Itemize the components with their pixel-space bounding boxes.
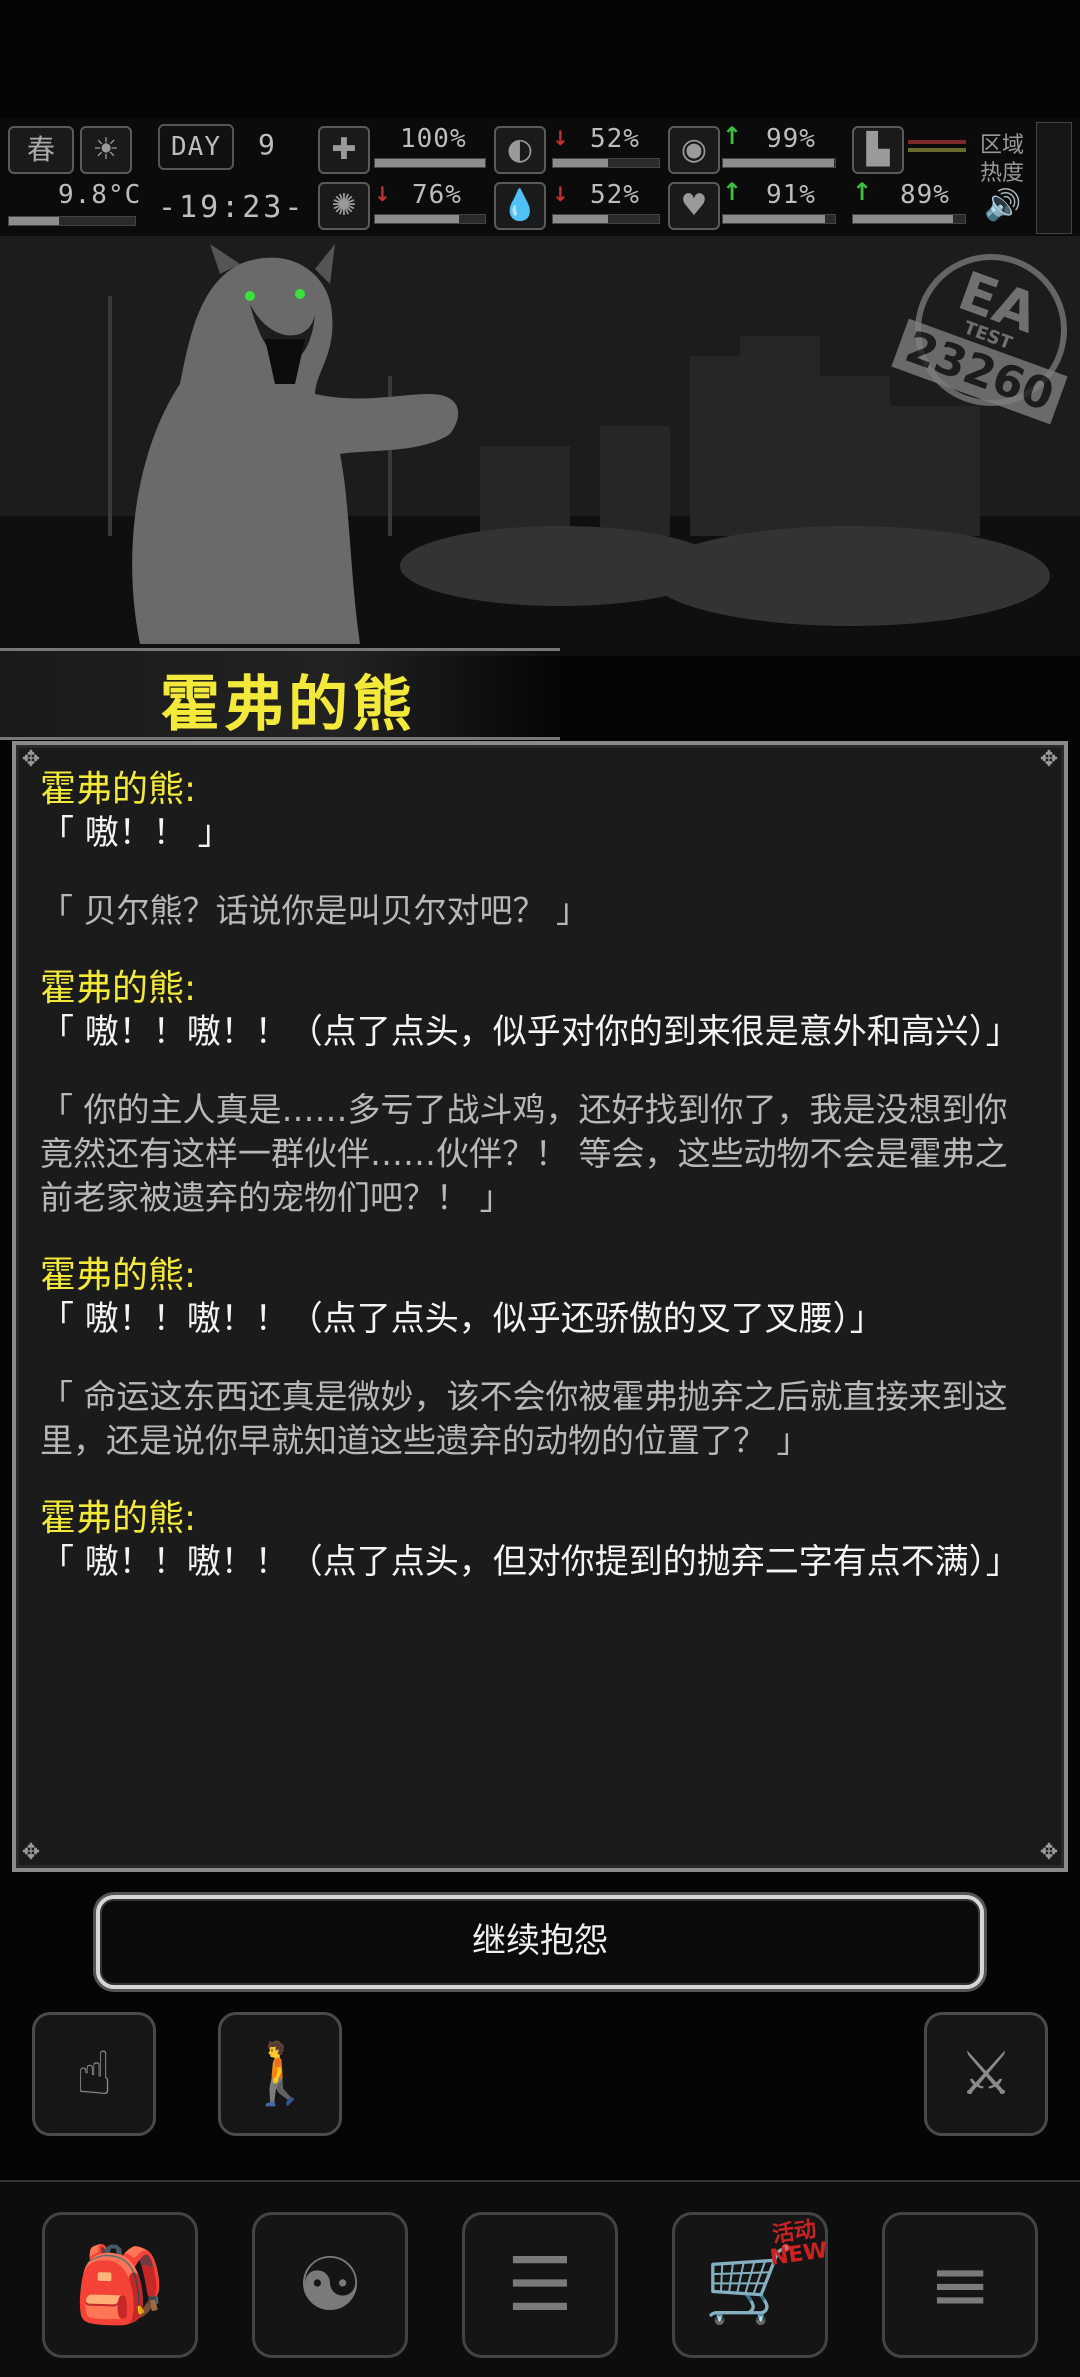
corner-ornament-icon: ✥ bbox=[21, 1840, 41, 1865]
health-bar bbox=[374, 158, 486, 168]
bear-portrait bbox=[132, 244, 459, 644]
heart-icon[interactable]: ♥ bbox=[668, 182, 720, 230]
down-arrow-icon: ↓ bbox=[552, 182, 569, 206]
medkit-icon[interactable]: ✚ bbox=[318, 126, 370, 174]
stomach-icon[interactable]: ◐ bbox=[494, 126, 546, 174]
sun-icon[interactable]: ☀ bbox=[80, 126, 132, 174]
companion-button[interactable]: ⚔ bbox=[924, 2012, 1048, 2136]
heart-value: 91% bbox=[766, 180, 816, 210]
health-value: 100% bbox=[400, 124, 467, 154]
dialog-message: 「 你的主人真是……多亏了战斗鸡，还好找到你了，我是没想到你竟然还有这样一群伙伴… bbox=[40, 1088, 1040, 1220]
bear-eye-left bbox=[245, 291, 255, 301]
region-heat-meter bbox=[1036, 122, 1072, 234]
player-line: 「 命运这东西还真是微妙，该不会你被霍弗抛弃之后就直接来到这里，还是说你早就知道… bbox=[40, 1377, 1008, 1460]
boots-value: 89% bbox=[900, 180, 950, 210]
backpack-button[interactable]: 🎒 bbox=[42, 2212, 198, 2358]
bear-line: 「 嗷！！嗷！！（点了点头，但对你提到的抛弃二字有点不满）」 bbox=[40, 1542, 1020, 1582]
day-badge: DAY bbox=[158, 124, 234, 170]
up-arrow-icon: ↑ bbox=[722, 122, 743, 150]
dialog-message: 霍弗的熊: 「 嗷！！嗷！！（点了点头，但对你提到的抛弃二字有点不满）」 bbox=[40, 1497, 1040, 1584]
water-drop-icon[interactable]: 💧 bbox=[494, 182, 546, 230]
stamina-icon[interactable]: ◉ bbox=[668, 126, 720, 174]
dialog-message: 「 命运这东西还真是微妙，该不会你被霍弗抛弃之后就直接来到这里，还是说你早就知道… bbox=[40, 1375, 1040, 1463]
dialog-transcript: 霍弗的熊: 「 嗷！！ 」 「 贝尔熊？话说你是叫贝尔对吧？ 」 霍弗的熊: 「… bbox=[40, 768, 1040, 1618]
event-scene-image: EA TEST 23260 bbox=[0, 236, 1080, 656]
boots-condition-line bbox=[908, 148, 966, 152]
speaker-icon[interactable]: 🔊 bbox=[984, 188, 1021, 223]
player-line: 「 贝尔熊？话说你是叫贝尔对吧？ 」 bbox=[40, 891, 589, 930]
event-title: 霍弗的熊 bbox=[160, 670, 416, 740]
bear-line: 「 嗷！！嗷！！（点了点头，似乎还骄傲的叉了叉腰）」 bbox=[40, 1299, 884, 1339]
thirst-bar bbox=[552, 214, 660, 224]
bear-line: 「 嗷！！嗷！！（点了点头，似乎对你的到来很是意外和高兴）」 bbox=[40, 1012, 1020, 1052]
up-arrow-icon: ↑ bbox=[852, 178, 873, 206]
stamina-bar bbox=[722, 158, 836, 168]
dialog-message: 霍弗的熊: 「 嗷！！嗷！！（点了点头，似乎对你的到来很是意外和高兴）」 bbox=[40, 967, 1040, 1054]
speaker-name: 霍弗的熊: bbox=[40, 1255, 197, 1296]
temperature-bar bbox=[8, 216, 136, 226]
stomach-value: 52% bbox=[590, 124, 640, 154]
up-arrow-icon: ↑ bbox=[722, 178, 743, 206]
speaker-name: 霍弗的熊: bbox=[40, 769, 197, 810]
season-indicator[interactable]: 春 bbox=[8, 126, 74, 174]
interact-button[interactable]: ☝ bbox=[32, 2012, 156, 2136]
bear-line: 「 嗷！！ 」 bbox=[40, 813, 232, 853]
corner-ornament-icon: ✥ bbox=[1039, 1840, 1059, 1865]
skills-button[interactable]: ☯ bbox=[252, 2212, 408, 2358]
dialog-message: 「 贝尔熊？话说你是叫贝尔对吧？ 」 bbox=[40, 889, 1040, 933]
region-heat-label: 区域 热度 bbox=[980, 133, 1025, 186]
player-line: 「 你的主人真是……多亏了战斗鸡，还好找到你了，我是没想到你竟然还有这样一群伙伴… bbox=[40, 1090, 1008, 1217]
journal-button[interactable]: ☰ bbox=[462, 2212, 618, 2358]
stamina-value: 99% bbox=[766, 124, 816, 154]
season-label: 春 bbox=[26, 133, 55, 166]
down-arrow-icon: ↓ bbox=[552, 126, 569, 150]
brain-icon[interactable]: ✺ bbox=[318, 182, 370, 230]
thirst-value: 52% bbox=[590, 180, 640, 210]
dialog-message: 霍弗的熊: 「 嗷！！ 」 bbox=[40, 768, 1040, 855]
menu-button[interactable]: ≡ bbox=[882, 2212, 1038, 2358]
boots-bar bbox=[852, 214, 966, 224]
sanity-value: 76% bbox=[412, 180, 462, 210]
down-arrow-icon: ↓ bbox=[374, 182, 391, 206]
day-label: DAY bbox=[171, 132, 221, 162]
speaker-name: 霍弗的熊: bbox=[40, 968, 197, 1009]
clock-readout: -19:23- bbox=[158, 190, 306, 225]
continue-complaining-button[interactable]: 继续抱怨 bbox=[96, 1895, 984, 1989]
boots-durability-line bbox=[908, 140, 966, 144]
speaker-name: 霍弗的熊: bbox=[40, 1498, 197, 1539]
status-hud: 春 ☀ 9.8°C DAY 9 -19:23- ✚ 100% ◐ ↓ 52% ◉… bbox=[0, 118, 1080, 236]
sanity-bar bbox=[374, 214, 486, 224]
walk-button[interactable]: 🚶 bbox=[218, 2012, 342, 2136]
bear-eye-right bbox=[295, 289, 305, 299]
day-number: 9 bbox=[258, 128, 276, 161]
dialog-message: 霍弗的熊: 「 嗷！！嗷！！（点了点头，似乎还骄傲的叉了叉腰）」 bbox=[40, 1254, 1040, 1341]
boots-icon[interactable]: ▙ bbox=[852, 126, 904, 174]
heart-bar bbox=[722, 214, 836, 224]
temperature-readout: 9.8°C bbox=[58, 180, 142, 210]
stomach-bar bbox=[552, 158, 660, 168]
